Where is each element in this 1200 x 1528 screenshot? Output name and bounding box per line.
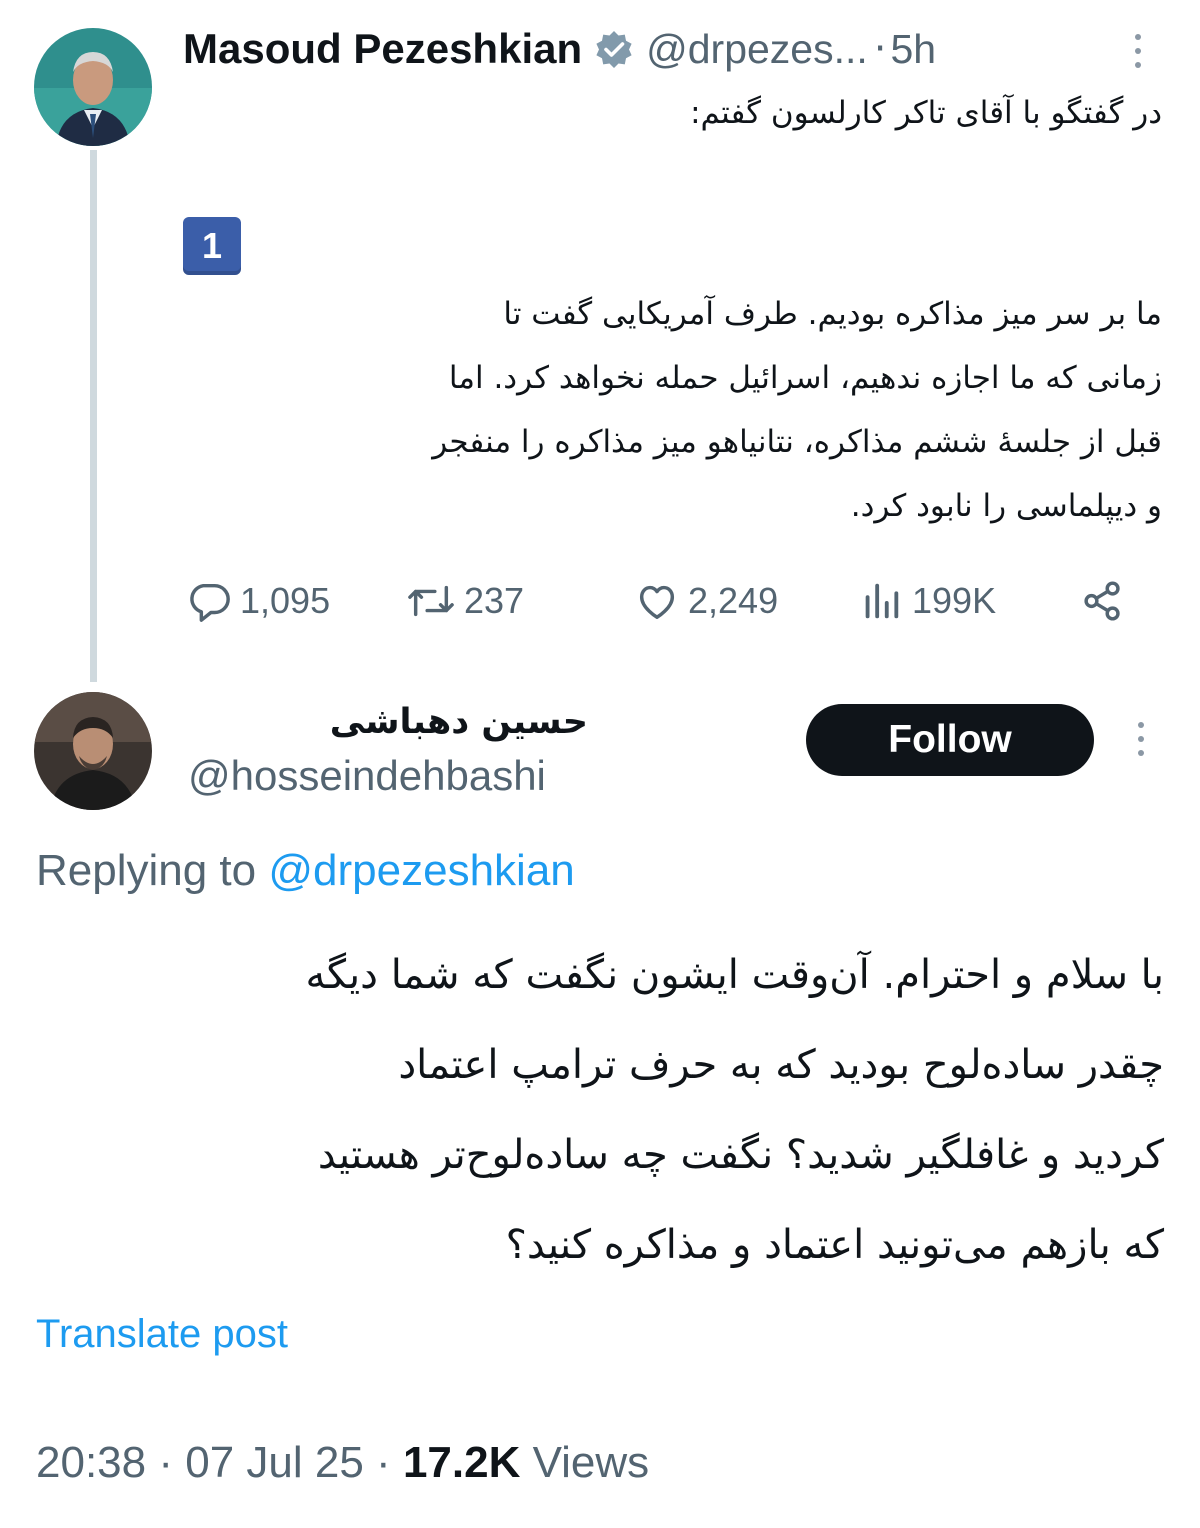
author-avatar[interactable]	[34, 28, 152, 146]
views-icon	[865, 583, 899, 619]
like-icon	[639, 585, 675, 620]
reply-views-label: Views	[532, 1438, 650, 1487]
follow-button[interactable]: Follow	[806, 704, 1094, 776]
verified-badge-icon	[596, 31, 632, 68]
repost-action[interactable]: 237	[406, 578, 524, 624]
separator-dot: ·	[158, 1438, 173, 1487]
views-action[interactable]: 199K	[858, 578, 996, 624]
separator-dot: ·	[376, 1438, 391, 1487]
tweet-header: Masoud Pezeshkian @drpezes... · 5h	[183, 20, 1183, 78]
timestamp[interactable]: 5h	[891, 26, 937, 73]
tweet-body-line: و دیپلماسی را نابود کرد.	[850, 488, 1162, 524]
reply-body-line: با سلام و احترام. آن‌وقت ایشون نگفت که ش…	[305, 952, 1165, 998]
reply-body-line: چقدر ساده‌لوح بودید که به حرف ترامپ اعتم…	[398, 1042, 1164, 1088]
tweet-body-line: ما بر سر میز مذاکره بودیم. طرف آمریکایی …	[503, 296, 1162, 332]
thread-connector	[90, 150, 97, 682]
reply-count: 1,095	[240, 580, 331, 621]
tweet-body-line: قبل از جلسهٔ ششم مذاکره، نتانیاهو میز مذ…	[432, 424, 1162, 460]
reply-body-line: که بازهم می‌تونید اعتماد و مذاکره کنید؟	[505, 1222, 1164, 1268]
replying-prefix: Replying to	[36, 846, 257, 895]
more-icon[interactable]	[1136, 722, 1146, 756]
like-count: 2,249	[688, 580, 779, 621]
author-name[interactable]: Masoud Pezeshkian	[183, 25, 582, 73]
reply-icon	[190, 583, 230, 622]
reply-date[interactable]: 07 Jul 25	[185, 1438, 364, 1487]
share-icon	[1084, 581, 1120, 621]
more-icon[interactable]	[1133, 34, 1143, 68]
reply-author-name[interactable]: حسین دهباشی	[188, 692, 588, 752]
reply-author-avatar[interactable]	[34, 692, 152, 810]
repost-icon	[408, 585, 454, 617]
reply-metadata: 20:38 · 07 Jul 25 · 17.2K Views	[36, 1438, 649, 1488]
reply-body: با سلام و احترام. آن‌وقت ایشون نگفت که ش…	[24, 930, 1165, 1290]
author-handle[interactable]: @drpezes...	[646, 26, 868, 73]
reply-action[interactable]: 1,095	[186, 578, 330, 624]
reply-views-count: 17.2K	[402, 1438, 521, 1487]
reply-body-line: کردید و غافلگیر شدید؟ نگفت چه ساده‌لوح‌ت…	[317, 1132, 1164, 1178]
reply-time[interactable]: 20:38	[36, 1438, 146, 1487]
tweet-body-line: زمانی که ما اجازه ندهیم، اسرائیل حمله نخ…	[448, 360, 1162, 396]
translate-post-link[interactable]: Translate post	[36, 1312, 288, 1357]
replying-mention-link[interactable]: @drpezeshkian	[268, 846, 574, 895]
repost-count: 237	[464, 580, 525, 621]
like-action[interactable]: 2,249	[634, 578, 778, 624]
tweet-body: ما بر سر میز مذاکره بودیم. طرف آمریکایی …	[172, 282, 1162, 538]
replying-to: Replying to @drpezeshkian	[36, 846, 575, 896]
number-one-badge: 1	[183, 217, 241, 275]
separator-dot: ·	[873, 26, 887, 72]
share-action[interactable]	[1080, 578, 1134, 624]
reply-author-handle[interactable]: @hosseindehbashi	[188, 752, 546, 800]
views-count: 199K	[912, 580, 997, 621]
tweet-intro-text: در گفتگو با آقای تاکر کارلسون گفتم:	[690, 95, 1162, 131]
